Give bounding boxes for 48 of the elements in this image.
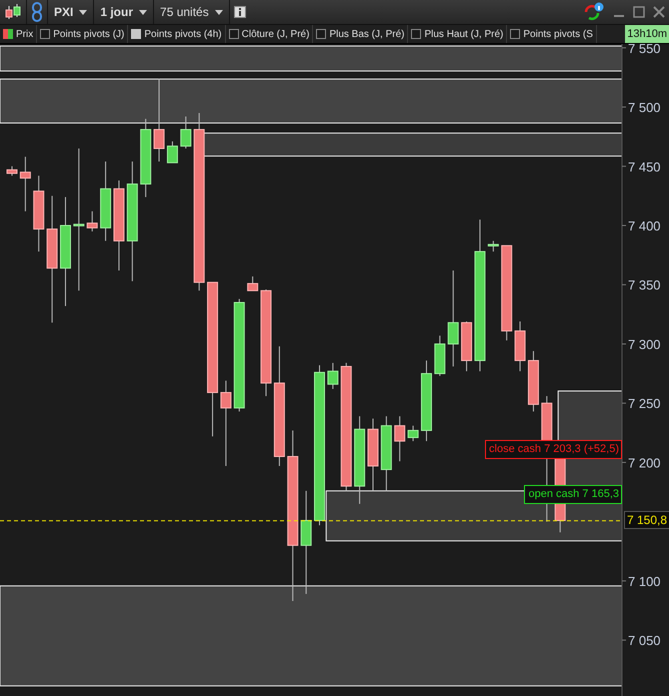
legend-item[interactable]: Points pivots (S bbox=[507, 25, 597, 43]
caret-icon bbox=[79, 10, 88, 14]
candlestick bbox=[394, 416, 406, 462]
checkbox[interactable] bbox=[131, 29, 142, 39]
checkbox[interactable] bbox=[40, 29, 50, 39]
candlestick bbox=[86, 210, 98, 232]
legend-item[interactable]: Prix bbox=[0, 25, 38, 43]
candlestick bbox=[6, 166, 18, 176]
candlestick bbox=[461, 320, 472, 372]
candlestick bbox=[488, 240, 499, 252]
axis-tick-label: 7 450 bbox=[628, 159, 661, 174]
candlestick bbox=[434, 335, 446, 376]
legend-item[interactable]: Plus Haut (J, Pré) bbox=[408, 25, 508, 43]
candlestick bbox=[166, 140, 178, 164]
caret-icon bbox=[214, 10, 223, 14]
candlestick bbox=[528, 350, 539, 412]
checkbox[interactable] bbox=[510, 29, 520, 39]
axis-tick-label: 7 500 bbox=[628, 100, 661, 116]
checkbox[interactable] bbox=[316, 29, 326, 39]
candlestick bbox=[247, 276, 258, 292]
candlestick bbox=[327, 362, 338, 390]
legend-item[interactable]: Plus Bas (J, Pré) bbox=[313, 25, 408, 43]
legend-item[interactable]: Points pivots (J) bbox=[37, 25, 128, 43]
period-dropdown[interactable]: 1 jour bbox=[94, 0, 154, 24]
legend-item[interactable]: Clôture (J, Pré) bbox=[226, 25, 314, 43]
candlestick bbox=[514, 320, 526, 372]
checkbox[interactable] bbox=[228, 29, 239, 39]
units-dropdown[interactable]: 75 unités bbox=[154, 0, 229, 24]
axis-tick-label: 7 350 bbox=[628, 278, 661, 293]
axis-tick-label: 7 200 bbox=[628, 455, 661, 470]
candlestick bbox=[408, 425, 419, 442]
axis-tick-label: 7 100 bbox=[628, 574, 661, 589]
axis-tick-label: 7 050 bbox=[628, 633, 661, 648]
symbol-dropdown[interactable]: PXI bbox=[48, 0, 94, 24]
caret-icon bbox=[139, 10, 148, 14]
candlestick bbox=[180, 116, 192, 149]
countdown-timer: 13h10m bbox=[625, 25, 669, 43]
axis-tick-label: 7 550 bbox=[628, 44, 661, 56]
price-swatch-icon bbox=[3, 29, 13, 39]
axis-tick-label: 7 300 bbox=[628, 336, 661, 352]
axis-tick-label: 7 400 bbox=[628, 218, 661, 234]
checkbox[interactable] bbox=[411, 29, 422, 39]
legend-item[interactable]: Points pivots (4h) bbox=[128, 25, 226, 43]
price-tag: open cash 7 165,3 bbox=[524, 484, 622, 504]
last-price-label: 7 150,8 bbox=[624, 510, 669, 529]
candlestick bbox=[20, 156, 31, 212]
price-tag: close cash 7 203,3 (+52,5) bbox=[485, 440, 622, 459]
axis-tick-label: 7 250 bbox=[628, 396, 661, 412]
